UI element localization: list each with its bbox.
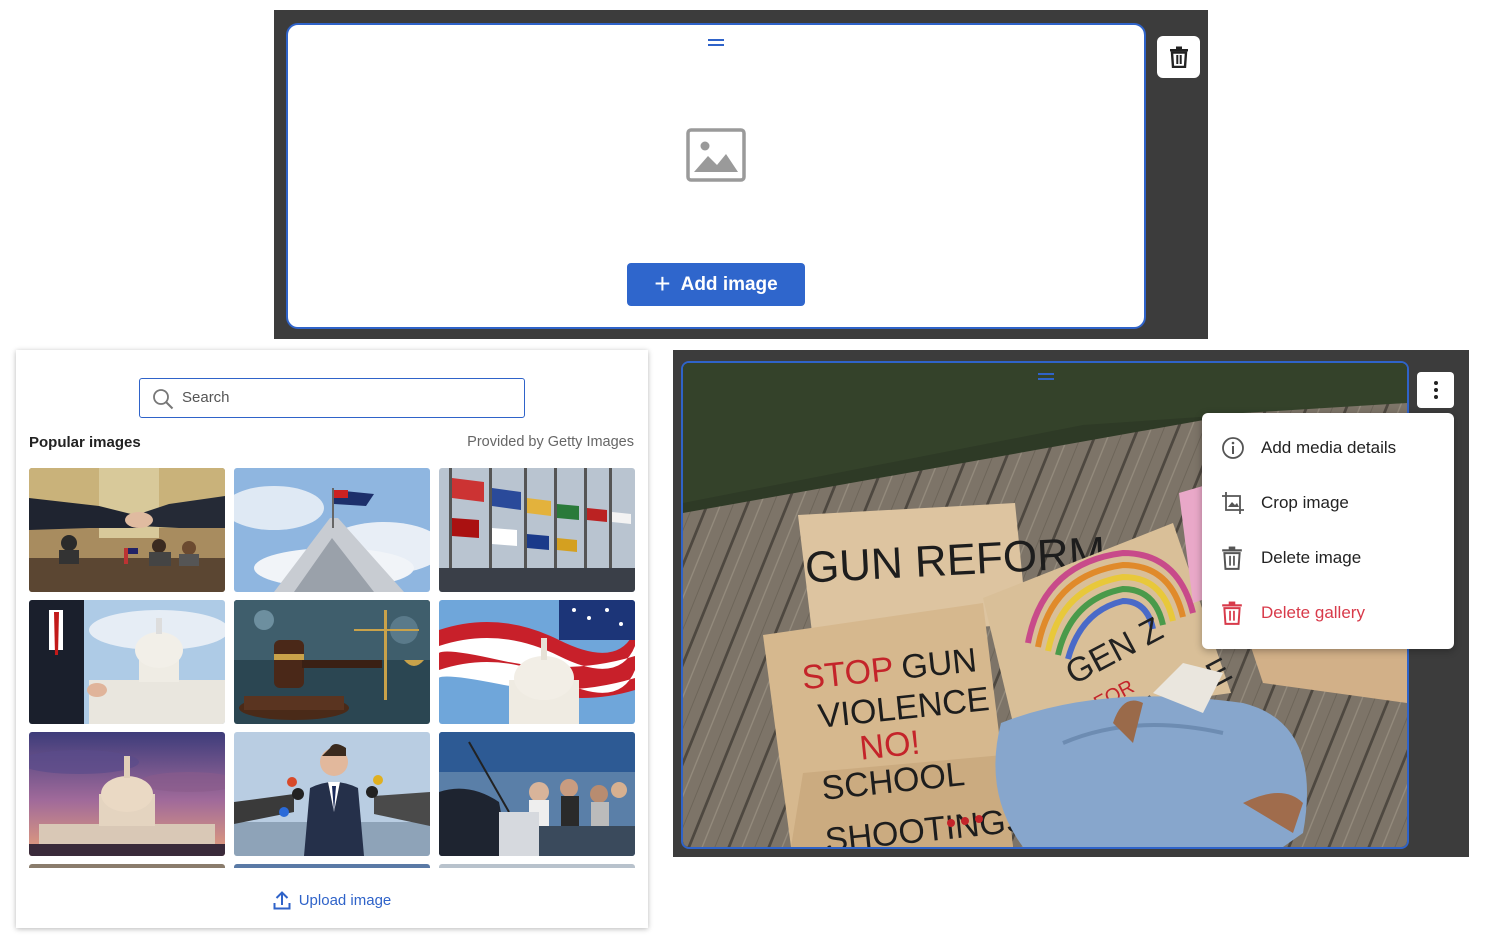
thumbnail-podium-speaker[interactable] (439, 732, 635, 856)
crop-icon (1222, 492, 1244, 514)
more-options-button[interactable] (1417, 372, 1454, 408)
context-menu: Add media details Crop image Delete imag… (1202, 413, 1454, 649)
thumbnail-capitol-sunset[interactable] (29, 732, 225, 856)
menu-item-add-media-details[interactable]: Add media details (1202, 424, 1454, 472)
trash-icon (1169, 46, 1188, 68)
provider-credit: Provided by Getty Images (467, 434, 634, 450)
empty-gallery-block: + Add image (274, 10, 1208, 339)
thumbnail-capitol-flag[interactable] (439, 600, 635, 724)
menu-item-label: Crop image (1261, 493, 1349, 512)
menu-item-label: Delete gallery (1261, 603, 1365, 622)
search-icon (153, 389, 174, 410)
thumbnail-flags-row[interactable] (439, 468, 635, 592)
thumbnail-handshake[interactable] (29, 468, 225, 592)
search-input[interactable] (182, 379, 512, 415)
drag-handle-icon[interactable] (1038, 373, 1054, 381)
trash-icon (1222, 546, 1242, 570)
drag-handle-icon[interactable] (708, 39, 724, 47)
thumbnail-partial[interactable] (29, 864, 225, 868)
upload-image-button[interactable]: Upload image (16, 890, 648, 910)
popular-images-heading: Popular images (29, 434, 141, 451)
thumbnail-partial[interactable] (439, 864, 635, 868)
menu-item-label: Delete image (1261, 548, 1362, 567)
trash-icon (1222, 601, 1242, 625)
thumbnail-press-microphones[interactable] (234, 732, 430, 856)
info-icon (1222, 437, 1244, 459)
image-drop-area[interactable]: + Add image (286, 23, 1146, 329)
image-placeholder-icon (686, 128, 746, 182)
menu-item-label: Add media details (1261, 438, 1397, 457)
add-image-label: Add image (680, 273, 778, 295)
kebab-menu-icon (1433, 381, 1438, 399)
plus-icon: + (654, 267, 671, 299)
thumbnail-capitol-man[interactable] (29, 600, 225, 724)
menu-item-delete-gallery[interactable]: Delete gallery (1202, 589, 1454, 637)
upload-icon (273, 891, 291, 910)
photo-gallery-block: GUN REFORM STOP GUN VIOLENCE NO! SCHOOL S… (673, 350, 1469, 857)
thumbnail-parliament-flag[interactable] (234, 468, 430, 592)
search-box[interactable] (139, 378, 525, 418)
menu-item-crop-image[interactable]: Crop image (1202, 479, 1454, 527)
thumbnail-partial[interactable] (234, 864, 430, 868)
add-image-button[interactable]: + Add image (627, 263, 805, 306)
upload-image-label: Upload image (298, 891, 392, 909)
image-picker-panel: Popular images Provided by Getty Images (16, 350, 648, 928)
thumbnail-gavel[interactable] (234, 600, 430, 724)
image-grid (29, 468, 635, 868)
delete-block-button[interactable] (1157, 36, 1200, 78)
menu-item-delete-image[interactable]: Delete image (1202, 534, 1454, 582)
